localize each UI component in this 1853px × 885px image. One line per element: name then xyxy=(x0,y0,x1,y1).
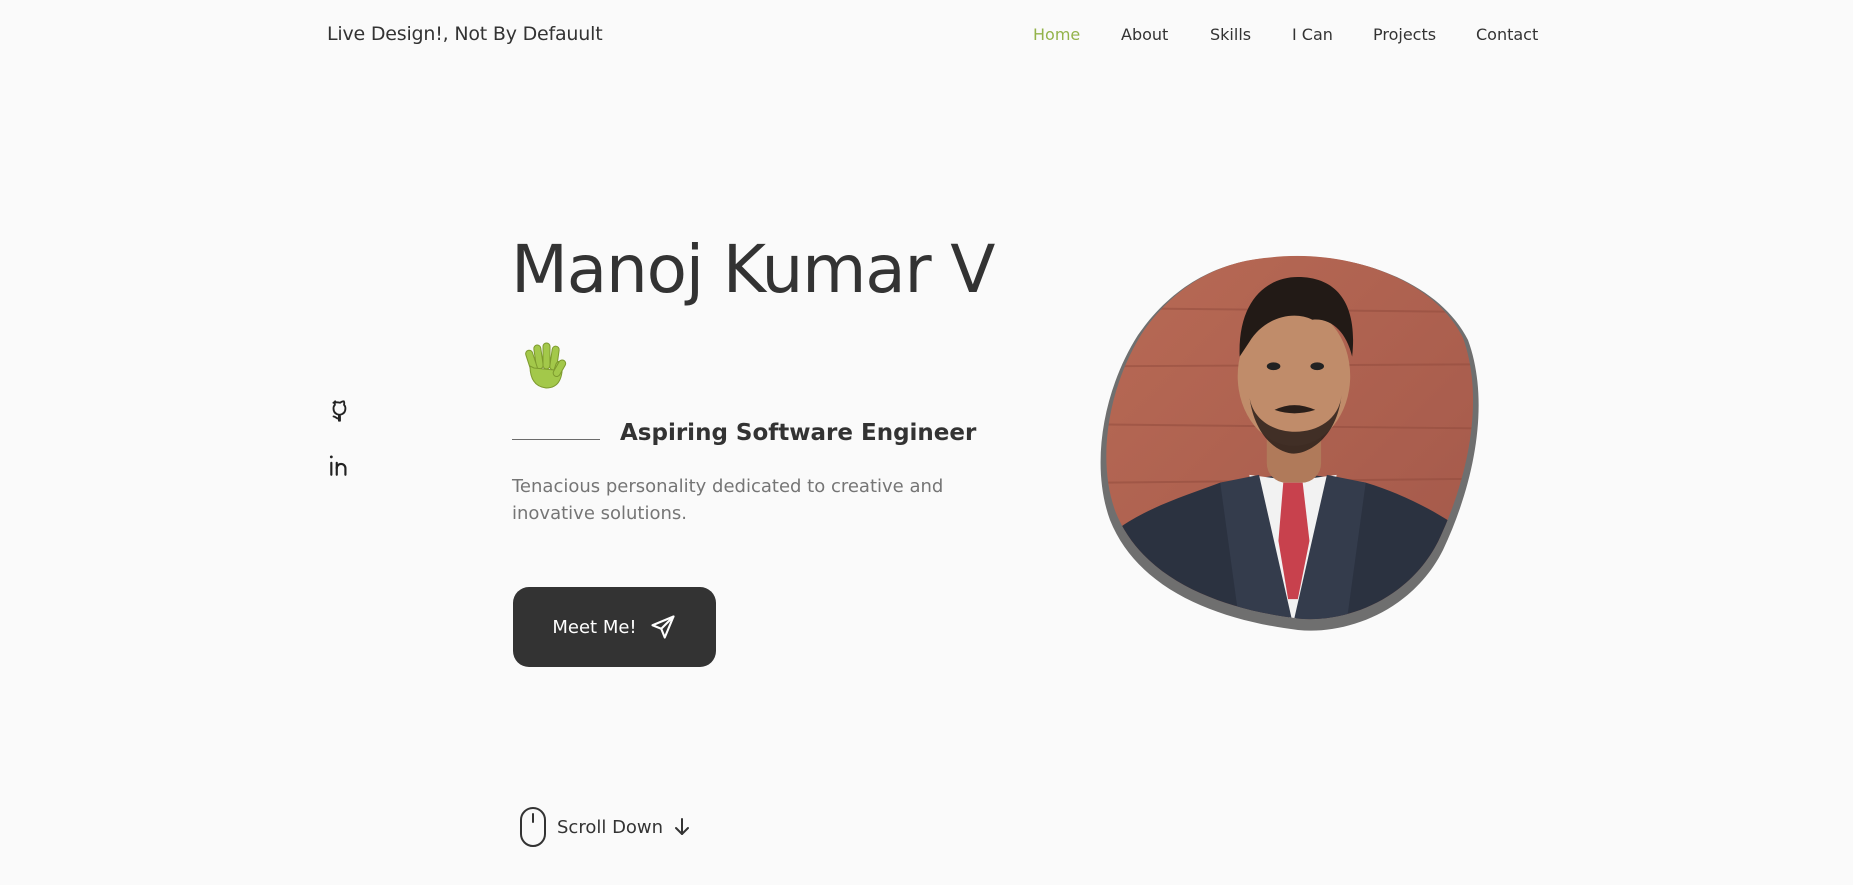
site-header: Live Design!, Not By Defauult Home About… xyxy=(0,0,1853,74)
nav-about[interactable]: About xyxy=(1121,25,1168,44)
social-links xyxy=(327,398,353,478)
send-icon xyxy=(649,613,677,641)
hero-description: Tenacious personality dedicated to creat… xyxy=(512,476,944,524)
hero-name: Manoj Kumar V xyxy=(511,231,995,308)
nav-home[interactable]: Home xyxy=(1033,25,1080,44)
meet-me-button[interactable]: Meet Me! xyxy=(513,587,716,667)
site-logo[interactable]: Live Design!, Not By Defauult xyxy=(327,23,603,45)
nav-skills[interactable]: Skills xyxy=(1210,25,1251,44)
arrow-down-icon xyxy=(673,817,691,837)
github-link[interactable] xyxy=(327,398,353,424)
nav-projects[interactable]: Projects xyxy=(1373,25,1436,44)
mouse-icon xyxy=(519,806,547,848)
linkedin-icon xyxy=(327,452,353,478)
scroll-down-link[interactable]: Scroll Down xyxy=(519,806,691,848)
waving-hand-icon xyxy=(518,342,570,392)
profile-photo xyxy=(1100,255,1479,631)
nav-i-can[interactable]: I Can xyxy=(1292,25,1333,44)
hero-subtitle: Aspiring Software Engineer xyxy=(620,420,977,446)
linkedin-link[interactable] xyxy=(327,452,353,478)
nav-contact[interactable]: Contact xyxy=(1476,25,1538,44)
meet-me-label: Meet Me! xyxy=(552,616,637,638)
subtitle-divider xyxy=(512,439,600,440)
github-icon xyxy=(327,398,353,424)
scroll-down-label: Scroll Down xyxy=(557,816,664,838)
